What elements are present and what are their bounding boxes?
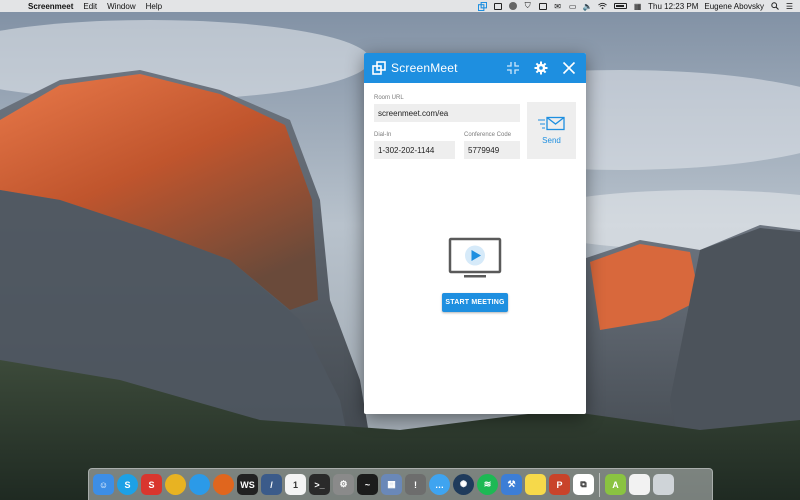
menu-user-name[interactable]: Eugene Abovsky: [704, 2, 764, 11]
compress-icon: [507, 62, 519, 74]
close-button[interactable]: [560, 59, 578, 77]
dock-xcode-instruments-icon[interactable]: /: [261, 474, 282, 495]
menu-window[interactable]: Window: [107, 2, 135, 11]
start-meeting-button[interactable]: START MEETING: [442, 293, 508, 312]
send-label: Send: [542, 136, 561, 145]
dock-separator: [599, 472, 600, 497]
room-url-field[interactable]: screenmeet.com/ea: [374, 104, 520, 122]
menu-app-name[interactable]: Screenmeet: [28, 2, 73, 11]
volume-icon[interactable]: 🔈: [583, 2, 593, 11]
wifi-icon[interactable]: [598, 2, 607, 10]
dock-messages-icon[interactable]: …: [429, 474, 450, 495]
window-header: ScreenMeet: [364, 53, 586, 83]
dock: ☺ S S WS/1 >_ ⚙ ~ ▦!… ✺ ≋ ⚒ P ⧉ A: [88, 468, 713, 500]
status-tray: ⛉ ✉ ▭ 🔈 ▦ Thu 12:23 PM Eugene Abovsky ☰: [478, 1, 794, 11]
menu-clock[interactable]: Thu 12:23 PM: [648, 2, 698, 11]
dock-xcode-icon[interactable]: ⚒: [501, 474, 522, 495]
dock-calendar-icon[interactable]: 1: [285, 474, 306, 495]
input-source-icon[interactable]: ▦: [633, 2, 642, 11]
menu-edit[interactable]: Edit: [83, 2, 97, 11]
dock-skype-icon[interactable]: S: [117, 474, 138, 495]
dock-activity-monitor-icon[interactable]: ~: [357, 474, 378, 495]
cloud-tray-icon[interactable]: [508, 2, 517, 10]
spotlight-search-icon[interactable]: [770, 2, 779, 10]
screenmeet-window: ScreenMeet Room URL screenmeet.com/ea Di…: [364, 53, 586, 414]
dock-console-icon[interactable]: !: [405, 474, 426, 495]
screenmeet-tray-icon[interactable]: [478, 1, 488, 11]
conference-code-field[interactable]: 5779949: [464, 141, 520, 159]
dock-stickies-icon[interactable]: [525, 474, 546, 495]
gear-icon: [534, 61, 548, 75]
dock-safari-icon[interactable]: [189, 474, 210, 495]
conference-code-label: Conference Code: [464, 132, 512, 138]
dock-screenmeet-blue-icon[interactable]: ⧉: [573, 474, 594, 495]
screenmeet-logo-icon: [372, 61, 386, 75]
dock-preview-icon[interactable]: ▦: [381, 474, 402, 495]
display-tray-icon[interactable]: [538, 2, 547, 10]
dial-in-field[interactable]: 1-302-202-1144: [374, 141, 455, 159]
monitor-play-icon: [448, 237, 502, 281]
dock-document-icon[interactable]: [629, 474, 650, 495]
settings-button[interactable]: [532, 59, 550, 77]
dock-network-tool-icon[interactable]: ✺: [453, 474, 474, 495]
dock-finder-icon[interactable]: ☺: [93, 474, 114, 495]
dock-chrome-icon[interactable]: [165, 474, 186, 495]
airplay-tray-icon[interactable]: ▭: [568, 2, 577, 11]
sync-tray-icon[interactable]: [493, 2, 502, 10]
dock-powerpoint-icon[interactable]: P: [549, 474, 570, 495]
dial-in-label: Dial-In: [374, 132, 392, 138]
dock-spotify-icon[interactable]: ≋: [477, 474, 498, 495]
dock-system-preferences-icon[interactable]: ⚙: [333, 474, 354, 495]
close-icon: [562, 61, 576, 75]
dock-firefox-icon[interactable]: [213, 474, 234, 495]
dock-webstorm-icon[interactable]: WS: [237, 474, 258, 495]
shield-tray-icon[interactable]: ⛉: [523, 1, 532, 10]
send-mail-icon: [537, 116, 565, 131]
menu-bar: Screenmeet Edit Window Help ⛉ ✉ ▭ 🔈 ▦ Th…: [0, 0, 800, 12]
mail-tray-icon[interactable]: ✉: [553, 2, 562, 11]
battery-icon[interactable]: [613, 2, 627, 10]
window-title: ScreenMeet: [391, 61, 458, 75]
notification-center-icon[interactable]: ☰: [785, 2, 794, 11]
dock-android-studio-icon[interactable]: A: [605, 474, 626, 495]
menu-help[interactable]: Help: [146, 2, 162, 11]
send-button[interactable]: Send: [527, 102, 576, 159]
room-url-label: Room URL: [374, 95, 404, 101]
minimize-button[interactable]: [504, 59, 522, 77]
dock-screenmeet-red-icon[interactable]: S: [141, 474, 162, 495]
dock-terminal-icon[interactable]: >_: [309, 474, 330, 495]
dock-trash-icon[interactable]: [653, 474, 674, 495]
